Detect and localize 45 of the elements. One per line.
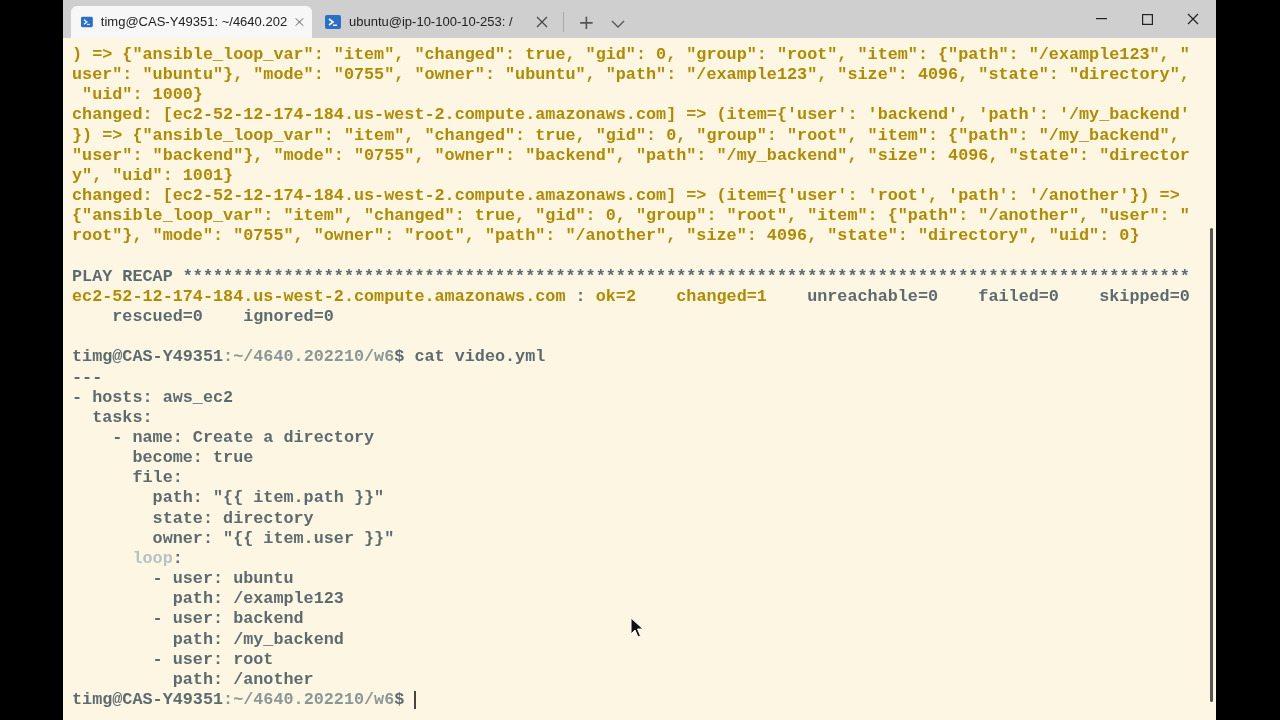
terminal-line: - user: backend bbox=[151, 609, 304, 630]
minimize-icon bbox=[1095, 18, 1107, 20]
powershell-icon bbox=[325, 14, 341, 30]
terminal-tab[interactable]: timg@CAS-Y49351: ~/4640.202 bbox=[71, 6, 312, 38]
terminal-line: user": "ubuntu"}, "mode": "0755", "owner": "ubuntu", "path": "/example123", "size": 4096, "state": "directory", bbox=[72, 65, 1190, 86]
terminal-line: path: "{{ item.path }}" bbox=[151, 488, 385, 509]
scrollbar-thumb[interactable] bbox=[1210, 228, 1213, 702]
powershell-icon bbox=[81, 14, 93, 30]
terminal-line: become: true bbox=[131, 448, 254, 469]
terminal-line: changed: [ec2-52-12-174-184.us-west-2.compute.amazonaws.com] => (item={'user': 'root', 'path': '/another'}) => bbox=[72, 186, 1180, 207]
terminal-line: y", "uid": 1001} bbox=[72, 165, 234, 187]
terminal-line: path: /my_backend bbox=[171, 629, 344, 650]
terminal-line: {"ansible_loop_var": "item", "changed": true, "gid": 0, "group": "root", "item": {"path": "/another", "user": " bbox=[72, 206, 1190, 227]
maximize-icon bbox=[1141, 13, 1153, 25]
terminal-line: path: /another bbox=[171, 669, 314, 690]
terminal-line: --- bbox=[72, 367, 103, 388]
terminal-line: "user": "backend"}, "mode": "0755", "owner": "backend", "path": "/my_backend", "size": 4096, "state": "director bbox=[72, 145, 1190, 166]
terminal-line: path: /example123 bbox=[171, 589, 344, 610]
terminal-line: file: bbox=[131, 468, 183, 489]
terminal-line: timg@CAS-Y49351:~/4640.202210/w6$ cat video.yml bbox=[72, 347, 546, 368]
terminal-tab[interactable]: ubuntu@ip-10-100-10-253: / bbox=[315, 6, 556, 38]
terminal-line: "uid": 1000} bbox=[81, 85, 203, 106]
tab-title: ubuntu@ip-10-100-10-253: / bbox=[349, 13, 514, 32]
terminal-line: root"}, "mode": "0755", "owner": "root", "path": "/another", "size": 4096, "state": "directory", "uid": 0} bbox=[72, 226, 1140, 247]
terminal-line: changed: [ec2-52-12-174-184.us-west-2.compute.amazonaws.com] => (item={'user': 'backend', 'path': '/my_backend' bbox=[72, 105, 1190, 126]
mouse-pointer-icon bbox=[630, 617, 644, 639]
terminal-line: rescued=0 ignored=0 bbox=[111, 307, 334, 328]
new-tab-button[interactable]: + bbox=[570, 6, 603, 38]
terminal-line: ) => {"ansible_loop_var": "item", "changed": true, "gid": 0, "group": "root", "item": {"path": "/example123", " bbox=[72, 45, 1190, 66]
close-icon[interactable] bbox=[536, 16, 548, 28]
terminal-line: }) => {"ansible_loop_var": "item", "changed": true, "gid": 0, "group": "root", "item": {"path": "/my_backend", bbox=[72, 125, 1180, 146]
tab-title: timg@CAS-Y49351: ~/4640.202 bbox=[100, 13, 288, 32]
close-icon bbox=[1187, 13, 1199, 25]
terminal-line: - user: root bbox=[151, 649, 274, 670]
terminal-line: PLAY RECAP **************************************************************************************************** bbox=[72, 266, 1190, 287]
terminal-line: tasks: bbox=[91, 407, 153, 428]
terminal-line: state: directory bbox=[151, 508, 314, 529]
terminal-line: ec2-52-12-174-184.us-west-2.compute.amazonaws.com : ok=2 changed=1 unreachable=0 failed=0 skipped=0 bbox=[72, 286, 1190, 308]
terminal-line: timg@CAS-Y49351:~/4640.202210/w6$ bbox=[72, 690, 406, 711]
terminal-line: owner: "{{ item.user }}" bbox=[151, 528, 395, 549]
terminal-line: - user: ubuntu bbox=[151, 569, 294, 590]
terminal-line: loop: bbox=[131, 548, 183, 570]
chevron-down-icon bbox=[610, 19, 625, 28]
terminal-line: - hosts: aws_ec2 bbox=[72, 387, 234, 408]
terminal-line: - name: Create a directory bbox=[111, 427, 375, 449]
